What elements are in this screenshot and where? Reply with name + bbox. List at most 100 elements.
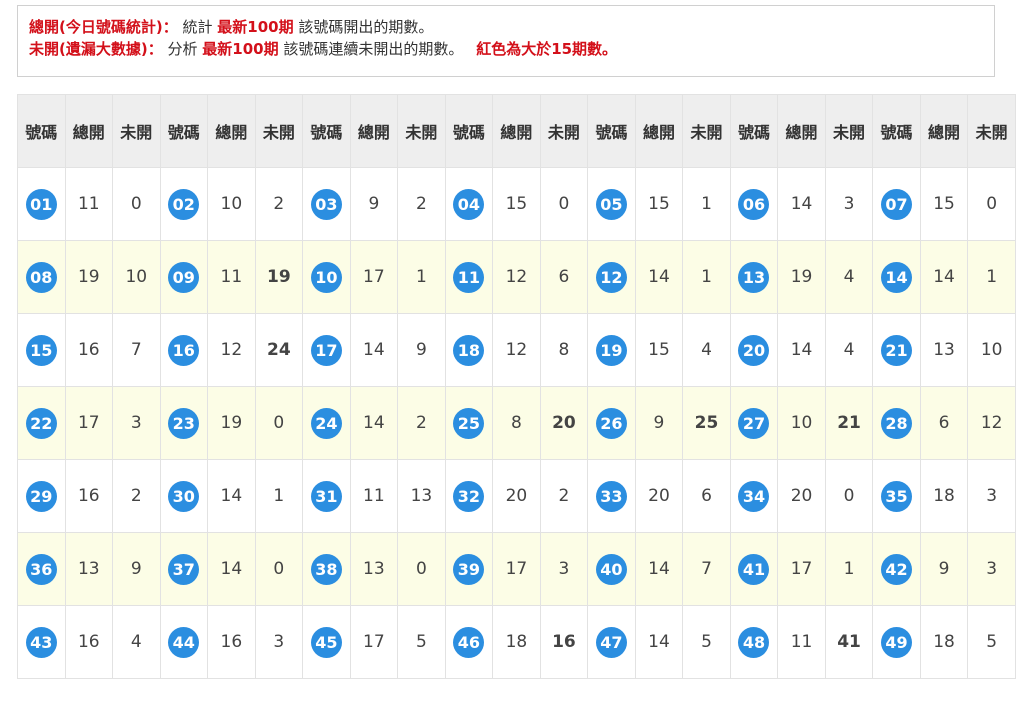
number-ball: 33 <box>595 480 627 512</box>
number-cell: 36 <box>17 532 66 606</box>
missed-count-cell: 3 <box>967 532 1016 606</box>
number-ball: 40 <box>595 553 627 585</box>
total-count-cell: 12 <box>492 240 541 314</box>
number-cell: 39 <box>444 532 494 606</box>
number-ball: 01 <box>25 188 57 220</box>
number-ball: 28 <box>881 407 913 439</box>
number-ball: 12 <box>595 261 627 293</box>
missed-count-cell: 3 <box>967 459 1016 533</box>
number-cell: 29 <box>17 459 66 533</box>
total-count-cell: 14 <box>207 459 256 533</box>
missed-count-cell: 41 <box>824 605 874 679</box>
number-cell: 09 <box>159 240 209 314</box>
missed-count-cell: 1 <box>397 240 446 314</box>
number-cell: 14 <box>872 240 921 314</box>
missed-count-cell: 0 <box>254 532 304 606</box>
missed-count-cell: 5 <box>397 605 446 679</box>
number-ball: 06 <box>738 188 770 220</box>
table-row: 01 11 0 02 10 2 03 9 2 04 15 0 05 15 1 06 14 3 07 15 0 <box>17 167 1016 241</box>
number-ball: 41 <box>738 553 770 585</box>
missed-count-cell: 16 <box>539 605 589 679</box>
number-cell: 05 <box>587 167 636 241</box>
legend-miss-text-b: 該號碼連續未開出的期數。 <box>283 40 464 58</box>
header-total: 總開 <box>64 94 114 168</box>
table-row: 08 19 10 09 11 19 10 17 1 11 12 6 12 14 1 13 19 4 14 14 1 <box>17 240 1016 314</box>
number-ball: 23 <box>168 407 200 439</box>
number-ball: 04 <box>453 188 485 220</box>
number-ball: 44 <box>168 626 200 658</box>
number-cell: 31 <box>302 459 351 533</box>
legend-line-miss: 未開(遺漏大數據)： 分析 最新100期 該號碼連續未開出的期數。 紅色為大於1… <box>29 38 994 60</box>
table-row: 22 17 3 23 19 0 24 14 2 25 8 20 26 9 25 27 10 21 28 6 12 <box>17 386 1016 460</box>
number-ball: 42 <box>881 553 913 585</box>
number-ball: 14 <box>881 261 913 293</box>
missed-count-cell: 21 <box>824 386 874 460</box>
number-ball: 47 <box>595 626 627 658</box>
missed-count-cell: 4 <box>824 313 874 387</box>
number-ball: 21 <box>881 334 913 366</box>
total-count-cell: 17 <box>349 605 399 679</box>
number-cell: 02 <box>159 167 209 241</box>
number-cell: 48 <box>729 605 779 679</box>
number-stats-table: 號碼 總開 未開 號碼 總開 未開 號碼 總開 未開 號碼 總開 未開 號碼 總開 未開 號碼 總開 未開 號碼 總開… <box>17 94 1016 679</box>
number-ball: 32 <box>453 480 485 512</box>
header-total: 總開 <box>919 94 969 168</box>
header-missed: 未開 <box>112 94 161 168</box>
number-ball: 43 <box>25 626 57 658</box>
number-cell: 19 <box>587 313 636 387</box>
missed-count-cell: 4 <box>824 240 874 314</box>
total-count-cell: 15 <box>634 167 684 241</box>
total-count-cell: 15 <box>492 167 541 241</box>
legend-miss-note: 紅色為大於15期數。 <box>476 40 618 58</box>
missed-count-cell: 6 <box>682 459 731 533</box>
number-cell: 08 <box>17 240 66 314</box>
missed-count-cell: 4 <box>112 605 161 679</box>
number-ball: 03 <box>310 188 342 220</box>
missed-count-cell: 1 <box>682 240 731 314</box>
number-cell: 23 <box>159 386 209 460</box>
total-count-cell: 14 <box>634 240 684 314</box>
total-count-cell: 19 <box>777 240 826 314</box>
number-ball: 09 <box>168 261 200 293</box>
number-cell: 06 <box>729 167 779 241</box>
missed-count-cell: 10 <box>112 240 161 314</box>
missed-count-cell: 3 <box>254 605 304 679</box>
missed-count-cell: 0 <box>397 532 446 606</box>
number-cell: 17 <box>302 313 351 387</box>
number-cell: 22 <box>17 386 66 460</box>
total-count-cell: 9 <box>349 167 399 241</box>
number-ball: 46 <box>453 626 485 658</box>
header-number: 號碼 <box>17 94 66 168</box>
missed-count-cell: 6 <box>539 240 589 314</box>
number-ball: 39 <box>453 553 485 585</box>
number-cell: 21 <box>872 313 921 387</box>
total-count-cell: 8 <box>492 386 541 460</box>
number-ball: 38 <box>310 553 342 585</box>
legend-total-text-b: 該號碼開出的期數。 <box>298 18 434 36</box>
number-ball: 11 <box>453 261 485 293</box>
number-ball: 31 <box>310 480 342 512</box>
number-cell: 11 <box>444 240 494 314</box>
total-count-cell: 14 <box>634 532 684 606</box>
total-count-cell: 12 <box>492 313 541 387</box>
legend-line-total: 總開(今日號碼統計)： 統計 最新100期 該號碼開出的期數。 <box>29 16 994 38</box>
missed-count-cell: 9 <box>397 313 446 387</box>
number-ball: 16 <box>168 334 200 366</box>
number-cell: 35 <box>872 459 921 533</box>
total-count-cell: 14 <box>349 313 399 387</box>
missed-count-cell: 7 <box>682 532 731 606</box>
total-count-cell: 16 <box>64 605 114 679</box>
header-number: 號碼 <box>587 94 636 168</box>
number-ball: 10 <box>310 261 342 293</box>
number-cell: 44 <box>159 605 209 679</box>
missed-count-cell: 3 <box>112 386 161 460</box>
table-row: 15 16 7 16 12 24 17 14 9 18 12 8 19 15 4 20 14 4 21 13 10 <box>17 313 1016 387</box>
legend-miss-text-a: 分析 <box>167 40 198 58</box>
total-count-cell: 14 <box>634 605 684 679</box>
total-count-cell: 16 <box>64 313 114 387</box>
number-ball: 18 <box>453 334 485 366</box>
table-row: 36 13 9 37 14 0 38 13 0 39 17 3 40 14 7 41 17 1 42 9 3 <box>17 532 1016 606</box>
total-count-cell: 10 <box>777 386 826 460</box>
total-count-cell: 18 <box>919 605 969 679</box>
missed-count-cell: 0 <box>254 386 304 460</box>
